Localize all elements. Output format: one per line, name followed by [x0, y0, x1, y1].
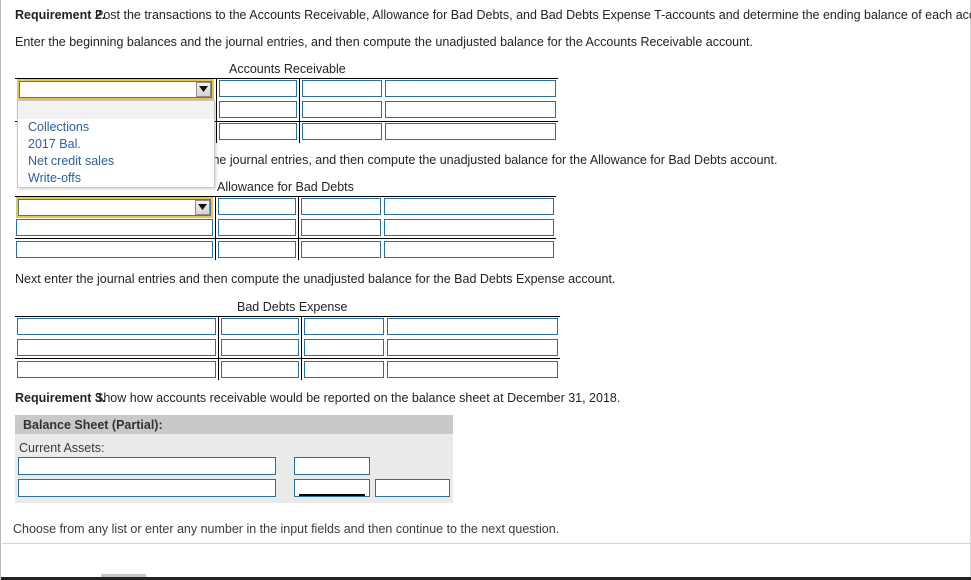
bde-r2-c4-input[interactable]: [387, 339, 558, 356]
account-title-bad-debts-expense: Bad Debts Expense: [237, 300, 348, 314]
ar-r1-c3-input[interactable]: [302, 80, 382, 97]
allow-divider-right-2: [298, 239, 299, 260]
bde-r1-c4-input[interactable]: [387, 318, 558, 335]
allowance-row1-select-field[interactable]: [18, 199, 211, 216]
allowance-row1-account-select[interactable]: [16, 197, 213, 218]
bde-r3-c3-input[interactable]: [304, 361, 384, 378]
requirement-3-label: Requirement 3.: [15, 391, 106, 405]
account-title-allowance-for-bad-debts: Allowance for Bad Debts: [217, 180, 354, 194]
ar-r2-c3-input[interactable]: [302, 101, 382, 118]
chevron-down-icon[interactable]: [195, 200, 210, 215]
footer-divider: [2, 543, 970, 544]
balance-sheet-row1-label-input[interactable]: [18, 457, 276, 475]
requirement-2-text: Post the transactions to the Accounts Re…: [95, 8, 971, 22]
allow-divider-right: [298, 196, 299, 239]
bde-r1-c3-input[interactable]: [304, 318, 384, 335]
bde-r3-c4-input[interactable]: [387, 361, 558, 378]
ar-r3-c4-input[interactable]: [385, 123, 556, 140]
instruction-bad-debts-expense: Next enter the journal entries and then …: [15, 272, 616, 286]
instruction-accounts-receivable: Enter the beginning balances and the jou…: [15, 35, 754, 49]
ar-r2-c2-input[interactable]: [219, 101, 297, 118]
current-assets-label: Current Assets:: [19, 441, 105, 455]
balance-sheet-subtotal-rule: [299, 494, 365, 496]
bde-divider-right: [301, 316, 302, 359]
allow-r1-c2-input[interactable]: [218, 198, 296, 215]
allow-r3-c2-input[interactable]: [218, 241, 296, 258]
allow-r3-c3-input[interactable]: [301, 241, 381, 258]
bde-divider-right-2: [301, 359, 302, 380]
bde-r3-c2-input[interactable]: [221, 361, 299, 378]
bde-r3-c1-input[interactable]: [17, 361, 216, 378]
allow-r3-c4-input[interactable]: [384, 241, 554, 258]
dropdown-option-collections[interactable]: Collections: [18, 119, 214, 136]
allow-divider-left-2: [215, 239, 216, 260]
dropdown-option-blank[interactable]: [18, 101, 214, 119]
bde-r2-c1-input[interactable]: [17, 339, 216, 356]
requirement-3-text: Show how accounts receivable would be re…: [95, 391, 621, 405]
chevron-down-icon[interactable]: [196, 82, 211, 97]
account-title-accounts-receivable: Accounts Receivable: [229, 62, 346, 76]
allow-r2-c1-input[interactable]: [16, 219, 213, 236]
ar-row1-account-select[interactable]: [17, 79, 214, 100]
ar-divider-left: [216, 78, 217, 122]
bde-r2-c2-input[interactable]: [221, 339, 299, 356]
footer-instruction: Choose from any list or enter any number…: [13, 522, 560, 536]
bde-divider-left: [218, 316, 219, 359]
allow-r1-c4-input[interactable]: [384, 198, 554, 215]
bde-top-rule: [15, 316, 560, 317]
balance-sheet-panel-header: Balance Sheet (Partial):: [15, 415, 453, 434]
allow-r1-c3-input[interactable]: [301, 198, 381, 215]
ar-r1-c4-input[interactable]: [385, 80, 556, 97]
allow-balance-rule: [15, 238, 556, 239]
allow-r2-c2-input[interactable]: [218, 219, 296, 236]
ar-divider-right-2: [299, 122, 300, 143]
question-page: Requirement 2. Post the transactions to …: [0, 0, 971, 580]
balance-sheet-row1-amount-input[interactable]: [294, 457, 370, 475]
requirement-2-label: Requirement 2.: [15, 8, 106, 22]
allow-divider-left: [215, 196, 216, 239]
instruction-allowance: the journal entries, and then compute th…: [209, 153, 778, 167]
allow-r3-c1-input[interactable]: [16, 241, 213, 258]
bde-divider-left-2: [218, 359, 219, 380]
ar-r2-c4-input[interactable]: [385, 101, 556, 118]
balance-sheet-title: Balance Sheet (Partial):: [23, 418, 163, 432]
bde-r2-c3-input[interactable]: [304, 339, 384, 356]
dropdown-option-write-offs[interactable]: Write-offs: [18, 170, 214, 187]
bde-balance-rule: [15, 358, 560, 359]
ar-row1-select-field[interactable]: [19, 81, 212, 98]
ar-r3-c3-input[interactable]: [302, 123, 382, 140]
bde-r1-c2-input[interactable]: [221, 318, 299, 335]
allow-r2-c4-input[interactable]: [384, 219, 554, 236]
balance-sheet-row2-total-input[interactable]: [375, 479, 450, 497]
ar-divider-right: [299, 78, 300, 122]
ar-r3-c2-input[interactable]: [219, 123, 297, 140]
bde-r1-c1-input[interactable]: [17, 318, 216, 335]
account-dropdown-list[interactable]: Collections 2017 Bal. Net credit sales W…: [17, 100, 215, 188]
dropdown-option-net-credit-sales[interactable]: Net credit sales: [18, 153, 214, 170]
allow-r2-c3-input[interactable]: [301, 219, 381, 236]
balance-sheet-row2-label-input[interactable]: [18, 479, 276, 497]
ar-divider-left-2: [216, 122, 217, 143]
ar-r1-c2-input[interactable]: [219, 80, 297, 97]
bottom-scroll-nub[interactable]: [101, 574, 146, 577]
dropdown-option-2017-bal[interactable]: 2017 Bal.: [18, 136, 214, 153]
